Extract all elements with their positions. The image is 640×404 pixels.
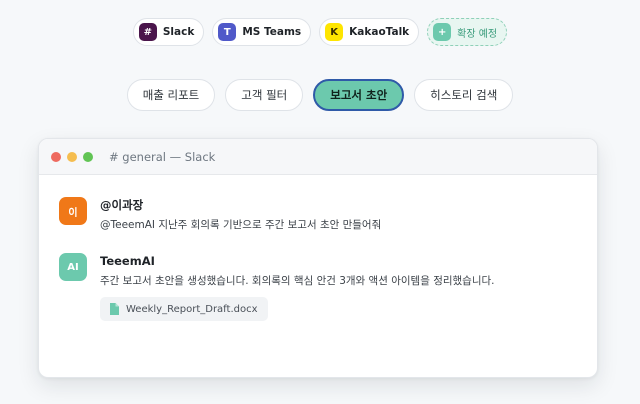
message-text: @TeeemAI 지난주 회의록 기반으로 주간 보고서 초안 만들어줘	[100, 219, 382, 231]
extension-label: 확장 예정	[457, 28, 498, 40]
close-dot-icon[interactable]	[51, 151, 61, 162]
message-author[interactable]: @이과장	[100, 197, 381, 213]
platform-selector: # Slack T MS Teams K KakaoTalk + 확장 예정	[0, 18, 640, 46]
tab-customer-filter[interactable]: 고객 필터	[225, 79, 304, 111]
message-body: @이과장 @TeeemAI 지난주 회의록 기반으로 주간 보고서 초안 만들어…	[100, 197, 381, 233]
feature-tabs: 매출 리포트 고객 필터 보고서 초안 히스토리 검색	[0, 79, 640, 111]
attachment-file[interactable]: Weekly_Report_Draft.docx	[100, 297, 268, 321]
avatar: AI	[59, 253, 87, 281]
window-titlebar: # general — Slack	[39, 139, 597, 175]
message-user: 이 @이과장 @TeeemAI 지난주 회의록 기반으로 주간 보고서 초안 만…	[59, 197, 381, 233]
message-author[interactable]: TeeemAI	[100, 253, 495, 269]
platform-label: KakaoTalk	[349, 26, 410, 38]
platform-chip-extension[interactable]: + 확장 예정	[427, 18, 508, 46]
message-body: TeeemAI 주간 보고서 초안을 생성했습니다. 회의록의 핵심 안건 3개…	[100, 253, 495, 321]
plus-icon: +	[433, 23, 452, 41]
msteams-icon: T	[218, 23, 237, 41]
platform-label: MS Teams	[242, 26, 302, 38]
platform-chip-slack[interactable]: # Slack	[132, 18, 205, 46]
tab-history-search[interactable]: 히스토리 검색	[414, 79, 514, 111]
message-text: 주간 보고서 초안을 생성했습니다. 회의록의 핵심 안건 3개와 액션 아이템…	[100, 275, 495, 287]
kakaotalk-icon: K	[325, 23, 344, 41]
tab-report-draft[interactable]: 보고서 초안	[313, 79, 405, 111]
platform-chip-msteams[interactable]: T MS Teams	[212, 18, 312, 46]
document-icon	[110, 303, 119, 315]
attachment-filename: Weekly_Report_Draft.docx	[126, 303, 258, 315]
minimize-dot-icon[interactable]	[67, 151, 77, 162]
page: # Slack T MS Teams K KakaoTalk + 확장 예정 매…	[0, 0, 640, 404]
platform-label: Slack	[162, 26, 195, 38]
platform-chip-kakaotalk[interactable]: K KakaoTalk	[319, 18, 420, 46]
tab-sales-report[interactable]: 매출 리포트	[126, 79, 216, 111]
message-bot: AI TeeemAI 주간 보고서 초안을 생성했습니다. 회의록의 핵심 안건…	[59, 253, 495, 321]
avatar: 이	[59, 197, 87, 225]
maximize-dot-icon[interactable]	[83, 151, 93, 162]
slack-window: # general — Slack 이 @이과장 @TeeemAI 지난주 회의…	[38, 138, 598, 378]
window-title: # general — Slack	[109, 149, 216, 164]
slack-icon: #	[138, 23, 157, 41]
